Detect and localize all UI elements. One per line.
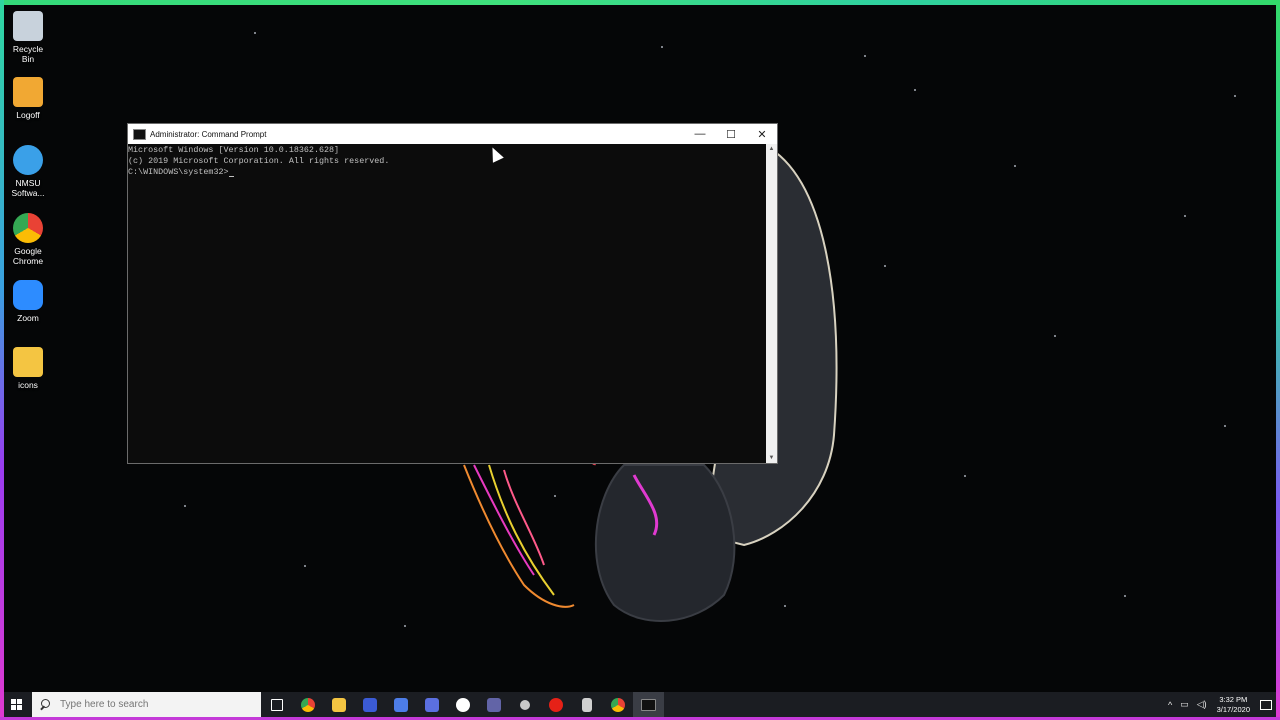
taskbar-app-doc[interactable] xyxy=(385,692,416,717)
start-button[interactable] xyxy=(4,692,28,717)
desktop-icon-nmsu-software[interactable]: NMSU Softwa... xyxy=(6,145,50,198)
volume-icon[interactable]: ◁) xyxy=(1197,699,1207,710)
windows-logo-icon xyxy=(10,699,22,710)
taskbar-youtube[interactable] xyxy=(540,692,571,717)
cmd-icon xyxy=(641,698,656,711)
taskbar-calculator[interactable] xyxy=(571,692,602,717)
search-input[interactable] xyxy=(60,699,230,710)
youtube-icon xyxy=(548,697,563,712)
clock[interactable]: 3:32 PM 3/17/2020 xyxy=(1217,695,1250,715)
window-titlebar[interactable]: Administrator: Command Prompt — ☐ ✕ xyxy=(128,124,777,144)
console-line: (c) 2019 Microsoft Corporation. All righ… xyxy=(128,156,390,166)
scroll-up-arrow-icon[interactable]: ▲ xyxy=(766,144,777,154)
text-cursor xyxy=(228,176,234,177)
key-icon xyxy=(13,77,43,107)
desktop-icon-logoff[interactable]: Logoff xyxy=(6,77,50,120)
taskbar-network[interactable] xyxy=(509,692,540,717)
chrome-icon xyxy=(13,213,43,243)
app-xbox-icon xyxy=(455,697,470,712)
desktop-icon-google-chrome[interactable]: Google Chrome xyxy=(6,213,50,266)
taskbar-teams[interactable] xyxy=(478,692,509,717)
maximize-button[interactable]: ☐ xyxy=(716,124,746,144)
search-icon xyxy=(40,698,52,711)
clock-date: 3/17/2020 xyxy=(1216,704,1250,714)
clock-time: 3:32 PM xyxy=(1219,694,1248,704)
console-prompt-line: C:\WINDOWS\system32> xyxy=(128,167,766,178)
chrome-icon xyxy=(300,697,315,712)
show-hidden-icons-icon[interactable]: ^ xyxy=(1168,700,1172,710)
console-prompt: C:\WINDOWS\system32> xyxy=(128,167,229,177)
command-prompt-window[interactable]: Administrator: Command Prompt — ☐ ✕ Micr… xyxy=(127,123,778,464)
zoom-icon xyxy=(13,280,43,310)
recycle-bin-icon xyxy=(13,11,43,41)
notification-icon xyxy=(1260,699,1272,710)
network-tray-icon[interactable]: ▭ xyxy=(1180,699,1189,710)
desktop-icon-recycle-bin[interactable]: Recycle Bin xyxy=(6,11,50,64)
taskbar: ^ ▭ ◁) 3:32 PM 3/17/2020 xyxy=(4,692,1276,717)
taskbar-search[interactable] xyxy=(32,692,261,717)
globe-install-icon xyxy=(13,145,43,175)
desktop-icon-icons-folder[interactable]: icons xyxy=(6,347,50,390)
close-button[interactable]: ✕ xyxy=(747,124,777,144)
taskbar-app-blue[interactable] xyxy=(354,692,385,717)
taskbar-app-xbox[interactable] xyxy=(447,692,478,717)
system-tray: ^ ▭ ◁) 3:32 PM 3/17/2020 xyxy=(1164,692,1276,717)
taskbar-app-word[interactable] xyxy=(416,692,447,717)
screen-frame-right xyxy=(1276,0,1280,720)
folder-zip-icon xyxy=(13,347,43,377)
taskbar-chrome-alt[interactable] xyxy=(602,692,633,717)
app-doc-icon xyxy=(393,697,408,712)
network-icon xyxy=(519,699,530,710)
cmd-icon xyxy=(133,128,146,140)
desktop-icon-zoom[interactable]: Zoom xyxy=(6,280,50,323)
chrome-alt-icon xyxy=(610,697,625,712)
action-center-button[interactable] xyxy=(1256,692,1276,717)
taskbar-cmd[interactable] xyxy=(633,692,664,717)
window-title: Administrator: Command Prompt xyxy=(150,129,267,139)
teams-icon xyxy=(486,697,501,712)
console-output[interactable]: Microsoft Windows [Version 10.0.18362.62… xyxy=(128,144,766,463)
calculator-icon xyxy=(581,697,592,712)
taskbar-chrome[interactable] xyxy=(292,692,323,717)
minimize-button[interactable]: — xyxy=(685,124,715,144)
file-explorer-icon xyxy=(331,697,346,712)
app-blue-icon xyxy=(362,697,377,712)
task-view-icon xyxy=(270,698,283,711)
task-view-button[interactable] xyxy=(261,692,292,717)
taskbar-file-explorer[interactable] xyxy=(323,692,354,717)
vertical-scrollbar[interactable]: ▲ ▼ xyxy=(766,144,777,463)
app-word-icon xyxy=(424,697,439,712)
scroll-down-arrow-icon[interactable]: ▼ xyxy=(766,453,777,463)
console-line: Microsoft Windows [Version 10.0.18362.62… xyxy=(128,145,340,155)
